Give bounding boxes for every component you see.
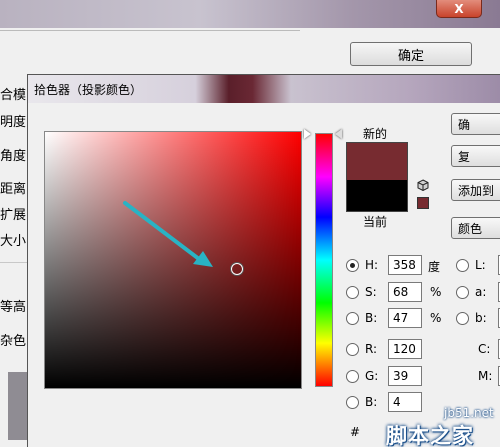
web-safe-color-swatch[interactable] <box>417 197 429 209</box>
out-of-gamut-cube-icon[interactable] <box>417 179 429 191</box>
panel-divider <box>0 30 300 31</box>
saturation-brightness-field[interactable] <box>45 132 301 388</box>
blue-label: B: <box>365 395 378 409</box>
green-input[interactable]: 39 <box>388 366 422 386</box>
add-to-swatches-button[interactable]: 添加到 <box>451 179 500 201</box>
brightness-label: B: <box>365 311 378 325</box>
picker-titlebar[interactable]: 拾色器（投影颜色） <box>28 75 500 103</box>
radio-lab-b[interactable] <box>456 312 469 325</box>
ok-button[interactable]: 确定 <box>350 42 472 66</box>
radio-lab-l[interactable] <box>456 259 469 272</box>
color-libraries-button[interactable]: 颜色 <box>451 217 500 239</box>
radio-hue[interactable] <box>346 259 359 272</box>
current-color-swatch[interactable] <box>346 180 408 212</box>
hue-label: H: <box>365 258 379 272</box>
hex-label: # <box>350 425 361 439</box>
brightness-input[interactable]: 47 <box>388 308 422 328</box>
watermark-site: jb51.net <box>444 406 494 420</box>
color-field[interactable] <box>44 131 302 389</box>
radio-saturation[interactable] <box>346 286 359 299</box>
picker-reset-button[interactable]: 复 <box>451 145 500 167</box>
hue-unit: 度 <box>428 260 441 274</box>
watermark: jb51.net 脚本之家 <box>386 406 500 447</box>
label-blend-mode: 合模 <box>0 88 27 103</box>
watermark-name: 脚本之家 <box>386 424 474 447</box>
background-titlebar <box>0 0 500 28</box>
radio-blue[interactable] <box>346 396 359 409</box>
label-contour: 等高 <box>0 300 27 315</box>
current-color-label: 当前 <box>363 215 388 229</box>
picker-ok-button[interactable]: 确 <box>451 113 500 135</box>
radio-red[interactable] <box>346 343 359 356</box>
saturation-input[interactable]: 68 <box>388 282 422 302</box>
cmyk-c-label: C: <box>478 342 491 356</box>
saturation-unit: % <box>430 285 442 299</box>
brightness-unit: % <box>430 311 442 325</box>
red-input[interactable]: 120 <box>388 339 422 359</box>
hue-slider-left-arrow-icon[interactable] <box>304 129 311 139</box>
radio-brightness[interactable] <box>346 312 359 325</box>
color-field-cursor[interactable] <box>231 263 243 275</box>
close-button[interactable]: X <box>436 0 482 18</box>
green-label: G: <box>365 369 379 383</box>
red-label: R: <box>365 342 378 356</box>
saturation-label: S: <box>365 285 377 299</box>
radio-lab-a[interactable] <box>456 286 469 299</box>
picker-title: 拾色器（投影颜色） <box>34 83 143 97</box>
hue-slider[interactable] <box>315 133 333 387</box>
hue-slider-right-arrow-icon[interactable] <box>335 129 342 139</box>
lab-a-label: a: <box>475 285 487 299</box>
lab-l-label: L: <box>475 258 486 272</box>
new-color-label: 新的 <box>363 127 388 141</box>
radio-green[interactable] <box>346 370 359 383</box>
new-color-swatch <box>346 142 408 180</box>
hue-input[interactable]: 358 <box>388 255 422 275</box>
cmyk-m-label: M: <box>478 369 493 383</box>
color-picker-dialog: 拾色器（投影颜色） 新的 当前 确 复 添加到 颜色 H: 358 度 S: 6… <box>27 74 500 447</box>
lab-b-label: b: <box>475 311 487 325</box>
